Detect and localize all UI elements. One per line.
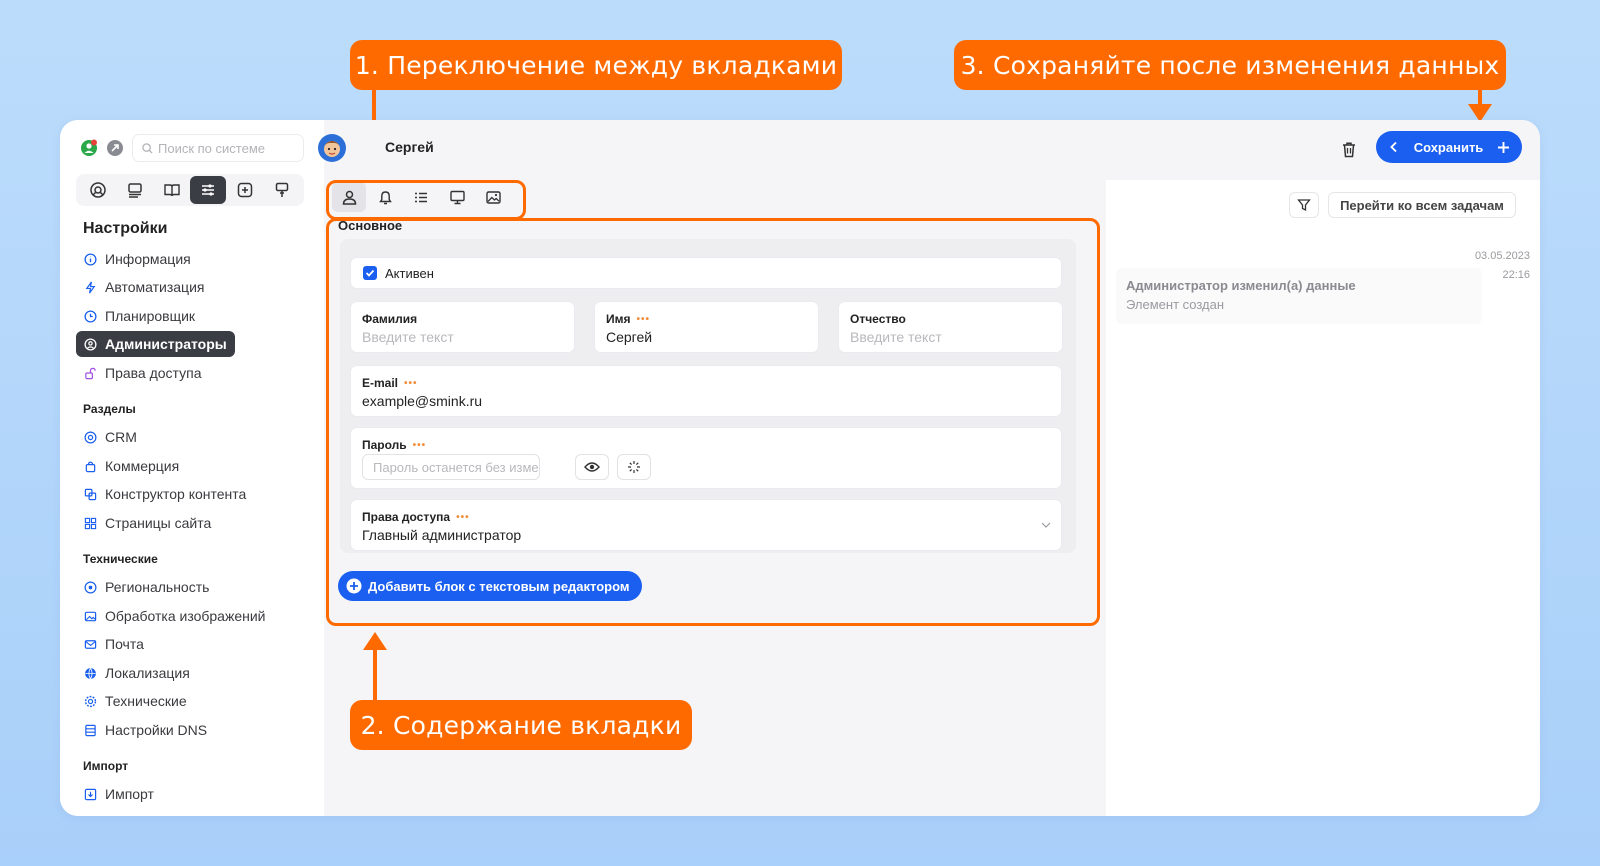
- sidebar-item-label: Региональность: [105, 579, 210, 595]
- module-switcher: [76, 174, 304, 206]
- history-date: 03.05.2023: [1474, 250, 1530, 262]
- delete-button[interactable]: [1336, 136, 1362, 162]
- download-icon: [84, 788, 97, 801]
- sidebar-item-label: Импорт: [105, 786, 154, 802]
- server-icon: [84, 724, 97, 737]
- all-tasks-label: Перейти ко всем задачам: [1340, 197, 1504, 213]
- sidebar-item-access[interactable]: Права доступа: [76, 360, 209, 386]
- save-button[interactable]: Сохранить: [1376, 131, 1522, 163]
- search-input[interactable]: Поиск по системе: [132, 134, 304, 162]
- sidebar-item-label: Технические: [105, 693, 187, 709]
- crm-icon: [84, 431, 97, 444]
- header: Сергей Сохранить: [318, 120, 1540, 180]
- sliders-icon: [199, 181, 217, 199]
- sidebar-item-automation[interactable]: Автоматизация: [76, 274, 212, 300]
- open-site-icon[interactable]: [106, 139, 124, 157]
- search-icon: [142, 142, 153, 154]
- plus-square-icon: [236, 181, 254, 199]
- sidebar-item-label: Информация: [105, 251, 191, 267]
- avatar[interactable]: [318, 134, 346, 162]
- sidebar-item-import[interactable]: Импорт: [76, 781, 162, 807]
- history-item[interactable]: Администратор изменил(а) данные Элемент …: [1116, 268, 1482, 324]
- globe-icon: [84, 667, 97, 680]
- content-highlight: [326, 218, 1100, 626]
- sidebar-item-info[interactable]: Информация: [76, 246, 199, 272]
- history-item-title: Администратор изменил(а) данные: [1126, 278, 1356, 293]
- sidebar-item-pages[interactable]: Страницы сайта: [76, 510, 219, 536]
- history-panel: Перейти ко всем задачам 03.05.2023 22:16…: [1106, 180, 1540, 816]
- sidebar-item-label: Локализация: [105, 665, 190, 681]
- module-settings-button[interactable]: [190, 176, 227, 204]
- sidebar-item-dns[interactable]: Настройки DNS: [76, 717, 215, 743]
- sidebar-item-crm[interactable]: CRM: [76, 424, 145, 450]
- bag-icon: [84, 460, 97, 473]
- sidebar-item-label: Права доступа: [105, 365, 202, 381]
- logo-icon: [80, 139, 98, 157]
- module-crm-button[interactable]: [80, 176, 116, 204]
- sidebar-item-content[interactable]: Конструктор контента: [76, 481, 254, 507]
- module-docs-button[interactable]: [154, 176, 190, 204]
- tabs-highlight: [326, 180, 526, 220]
- history-time: 22:16: [1502, 269, 1530, 281]
- sidebar-item-label: Страницы сайта: [105, 515, 212, 531]
- book-icon: [163, 181, 181, 199]
- callout-content-arrow-line: [373, 648, 377, 702]
- sidebar-item-label: Конструктор контента: [105, 486, 247, 502]
- mail-icon: [84, 638, 97, 651]
- image-icon: [84, 610, 97, 623]
- clock-icon: [84, 309, 97, 323]
- plus-icon[interactable]: [1497, 141, 1510, 154]
- sidebar-item-images[interactable]: Обработка изображений: [76, 603, 273, 629]
- sidebar-item-technical[interactable]: Технические: [76, 688, 195, 714]
- trash-icon: [1341, 141, 1357, 158]
- callout-tabs: 1. Переключение между вкладками: [350, 40, 842, 90]
- module-builder-button[interactable]: [117, 176, 153, 204]
- module-add-button[interactable]: [227, 176, 263, 204]
- brush-icon: [273, 181, 291, 199]
- sidebar-item-regional[interactable]: Региональность: [76, 574, 217, 600]
- filter-button[interactable]: [1289, 192, 1319, 218]
- filter-icon: [1297, 198, 1311, 212]
- sidebar-item-label: CRM: [105, 429, 137, 445]
- sidebar-item-mail[interactable]: Почта: [76, 631, 152, 657]
- sidebar-item-admins[interactable]: Администраторы: [76, 331, 235, 357]
- settings-title: Настройки: [83, 220, 168, 237]
- save-label: Сохранить: [1413, 139, 1484, 155]
- sidebar: Поиск по системе Настройки Информация Ав…: [60, 120, 324, 816]
- sidebar-item-label: Коммерция: [105, 458, 180, 474]
- sidebar-item-label: Почта: [105, 636, 144, 652]
- info-icon: [84, 252, 97, 266]
- grid-icon: [84, 517, 97, 530]
- location-icon: [84, 581, 97, 594]
- user-name: Сергей: [385, 139, 434, 155]
- sidebar-item-commerce[interactable]: Коммерция: [76, 453, 187, 479]
- tech-title: Технические: [83, 552, 158, 566]
- lightning-icon: [84, 281, 97, 294]
- sidebar-item-label: Автоматизация: [105, 279, 205, 295]
- callout-content: 2. Содержание вкладки: [350, 700, 692, 750]
- sidebar-item-label: Обработка изображений: [105, 608, 266, 624]
- content-icon: [84, 488, 97, 501]
- callout-save: 3. Сохраняйте после изменения данных: [954, 40, 1506, 90]
- layout-icon: [126, 181, 144, 199]
- crm-icon: [89, 181, 107, 199]
- all-tasks-button[interactable]: Перейти ко всем задачам: [1328, 192, 1516, 218]
- import-title: Импорт: [83, 759, 129, 773]
- sidebar-item-label: Настройки DNS: [105, 722, 208, 738]
- user-circle-icon: [84, 337, 97, 351]
- search-placeholder: Поиск по системе: [158, 140, 265, 156]
- sidebar-item-label: Планировщик: [105, 308, 196, 324]
- unlock-icon: [84, 367, 97, 380]
- history-item-subtitle: Элемент создан: [1126, 297, 1225, 312]
- sidebar-item-scheduler[interactable]: Планировщик: [76, 303, 203, 329]
- chevron-left-icon[interactable]: [1388, 141, 1400, 153]
- sidebar-item-localization[interactable]: Локализация: [76, 660, 198, 686]
- gear-icon: [84, 695, 97, 708]
- sections-title: Разделы: [83, 402, 136, 416]
- module-widgets-button[interactable]: [264, 176, 300, 204]
- sidebar-item-label: Администраторы: [105, 336, 227, 352]
